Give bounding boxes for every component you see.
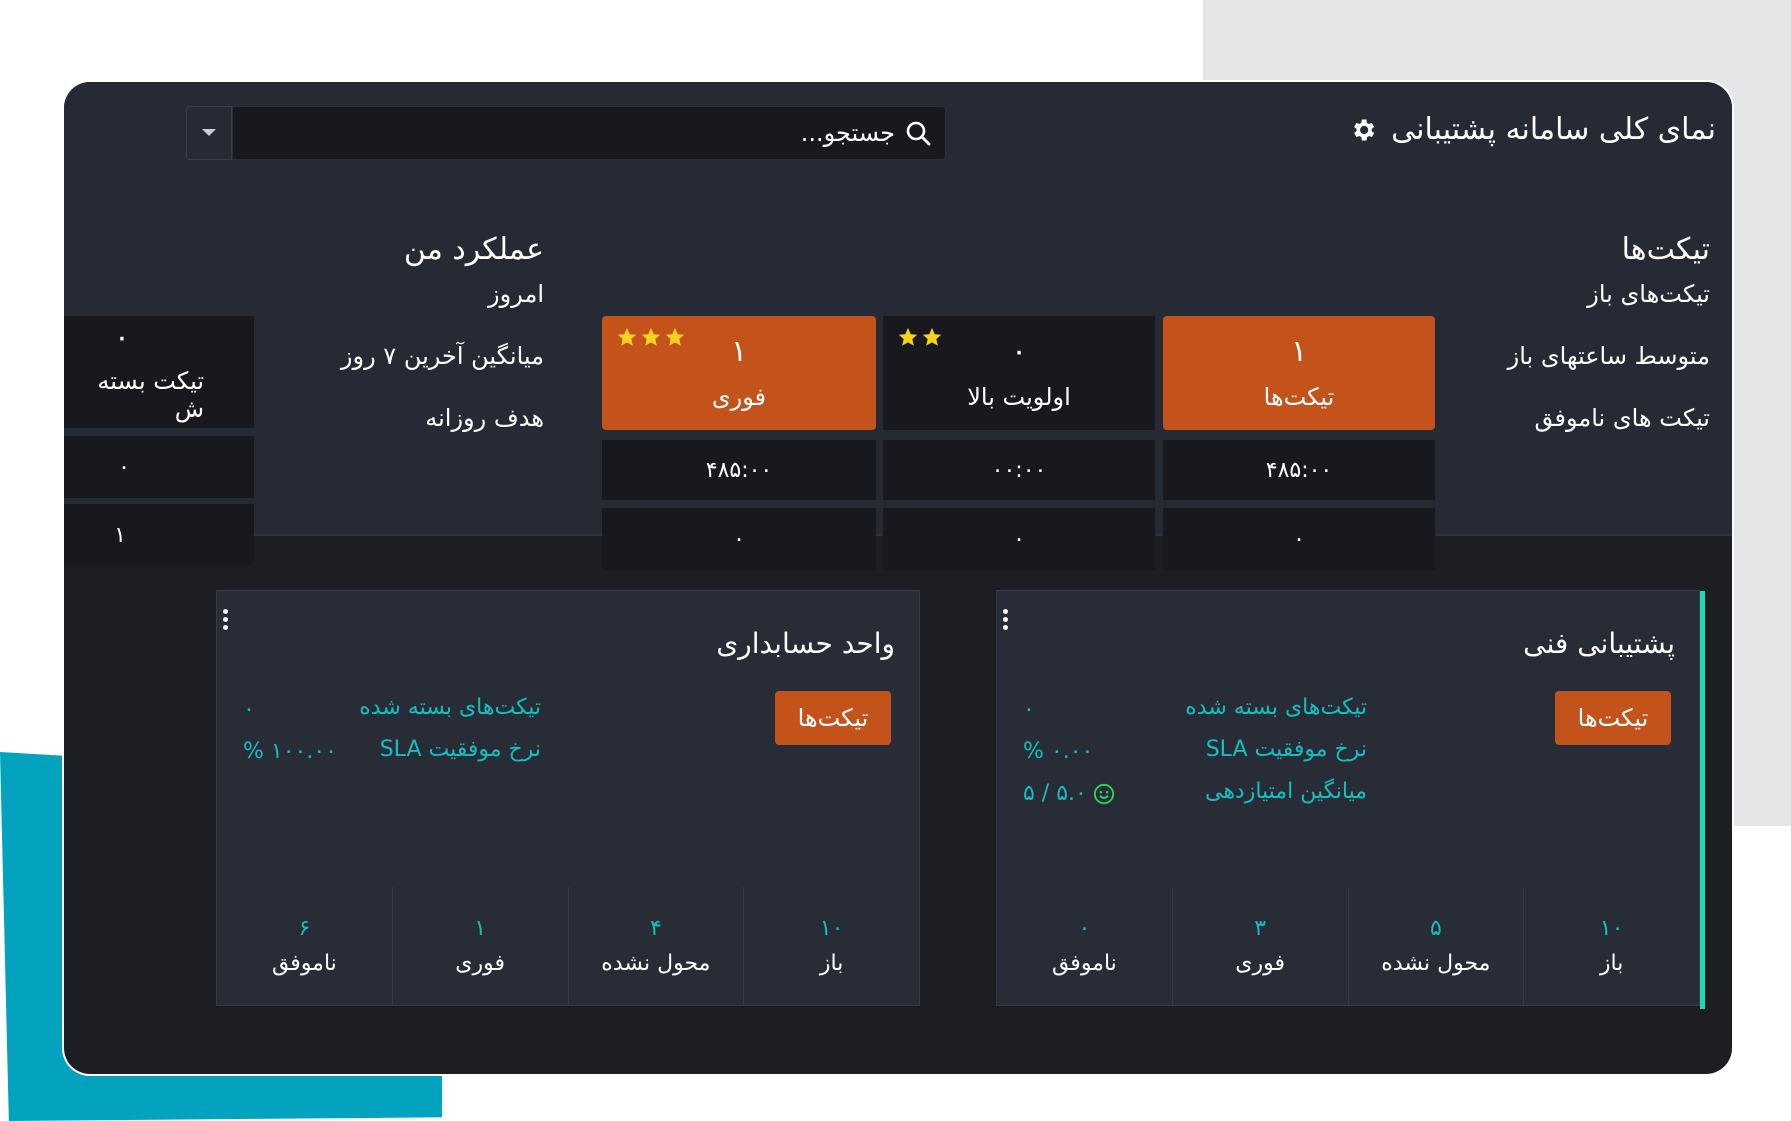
search-icon (906, 121, 931, 146)
perf-avg7-cell[interactable]: ۰ (64, 436, 254, 498)
stat-urgent[interactable]: ۳ فوری (1171, 887, 1348, 1005)
row-label-avg-hours: متوسط ساعتهای باز (1507, 342, 1710, 370)
stat-value: ۰ (1078, 916, 1091, 941)
tile-label: فوری (711, 383, 767, 411)
stat-label: ناموفق (271, 951, 337, 976)
caret-down-icon (202, 129, 216, 136)
search-filter-dropdown[interactable] (186, 106, 232, 160)
stat-label: فوری (455, 951, 505, 976)
tile-count: ۱ (730, 334, 748, 369)
priority-stars-2 (897, 326, 943, 348)
search-input[interactable]: جستجو... (232, 106, 946, 160)
perf-closed-count: ۰ (113, 320, 130, 355)
metric-value: % ۱۰۰.۰۰ (243, 739, 337, 764)
search-placeholder: جستجو... (800, 119, 895, 147)
cell-avg-hours-urgent[interactable]: ۴۸۵:۰۰ (602, 440, 876, 500)
star-icon (922, 327, 942, 346)
tile-count: ۱ (1290, 334, 1308, 369)
stat-value: ۳ (1254, 916, 1267, 941)
star-icon (898, 327, 918, 346)
gear-icon[interactable] (1349, 116, 1377, 144)
metric-value: ۰ (1023, 697, 1035, 722)
stat-label: باز (1599, 951, 1624, 976)
stat-value: ۵ (1429, 916, 1442, 941)
stat-unassigned[interactable]: ۴ محول نشده (567, 887, 744, 1005)
team-tickets-button[interactable]: تیکت‌ها (775, 691, 891, 745)
perf-row-label-goal: هدف روزانه (425, 404, 544, 432)
row-label-failed: تیکت های ناموفق (1534, 404, 1711, 432)
metric-label: تیکت‌های بسته شده (1185, 695, 1367, 720)
cell-avg-hours-high[interactable]: ۰۰:۰۰ (883, 440, 1155, 500)
perf-row-label-today: امروز (488, 280, 544, 308)
tile-label: تیکت‌ها (1263, 383, 1335, 411)
metric-label: نرخ موفقیت SLA (379, 737, 541, 762)
team-stats-row: ۶ ناموفق ۱ فوری ۴ محول نشده ۱۰ باز (217, 887, 919, 1005)
stat-value: ۴ (649, 916, 662, 941)
stat-label: باز (819, 951, 844, 976)
stat-label: محول نشده (601, 951, 711, 976)
metric-label: میانگین امتیازدهی (1204, 779, 1367, 804)
cell-avg-hours-all[interactable]: ۴۸۵:۰۰ (1163, 440, 1435, 500)
stats-overview: تیکت‌ها تیکت‌های باز متوسط ساعتهای باز ت… (64, 186, 1732, 570)
stat-value: ۱ (474, 916, 487, 941)
perf-closed-today[interactable]: ۰ تیکت بسته ش (64, 316, 254, 428)
team-tickets-button[interactable]: تیکت‌ها (1555, 691, 1671, 745)
card-accent-bar (1700, 591, 1705, 1009)
cell-failed-all[interactable]: ۰ (1163, 508, 1435, 570)
cell-failed-high[interactable]: ۰ (883, 508, 1155, 570)
star-icon (665, 327, 685, 346)
stat-failed[interactable]: ۶ ناموفق (217, 887, 392, 1005)
tile-count: ۰ (1010, 334, 1028, 369)
tickets-heading: تیکت‌ها (1621, 232, 1710, 267)
stat-failed[interactable]: ۰ ناموفق (997, 887, 1172, 1005)
stat-open[interactable]: ۱۰ باز (1523, 887, 1699, 1005)
kebab-menu-icon[interactable] (221, 609, 229, 633)
metric-value: % ۰.۰۰ (1023, 739, 1094, 764)
perf-closed-label: تیکت بسته ش (97, 367, 204, 423)
tile-all-tickets[interactable]: ۱ تیکت‌ها (1163, 316, 1435, 430)
team-card-technical-support: پشتیبانی فنی تیکت‌ها تیکت‌های بسته شده ۰… (996, 590, 1705, 1009)
stat-urgent[interactable]: ۱ فوری (391, 887, 568, 1005)
metric-label: تیکت‌های بسته شده (359, 695, 541, 720)
tile-urgent[interactable]: ۱ فوری (602, 316, 876, 430)
team-name: واحد حسابداری (716, 627, 895, 660)
tile-label: اولویت بالا (967, 383, 1071, 411)
app-window: نمای کلی سامانه پشتیبانی جستجو... تیکت (64, 82, 1732, 1074)
stat-value: ۶ (298, 916, 311, 941)
cell-failed-urgent[interactable]: ۰ (602, 508, 876, 570)
performance-heading: عملکرد من (403, 232, 544, 267)
metric-value: ۰ (243, 697, 255, 722)
perf-goal-cell[interactable]: ۱ (64, 504, 254, 566)
stat-value: ۱۰ (819, 916, 844, 941)
star-icon (617, 327, 637, 346)
kebab-menu-icon[interactable] (1001, 609, 1009, 633)
smiley-icon (1093, 783, 1114, 804)
metric-value: ۵ / ۵.۰ (1023, 781, 1087, 806)
stat-value: ۱۰ (1599, 916, 1624, 941)
team-stats-row: ۰ ناموفق ۳ فوری ۵ محول نشده ۱۰ باز (997, 887, 1699, 1005)
perf-row-label-avg7: میانگین آخرین ۷ روز (340, 342, 544, 370)
star-icon (641, 327, 661, 346)
priority-stars-3 (616, 326, 686, 348)
metric-rating: ۵ / ۵.۰ (1023, 781, 1115, 806)
page-title-text: نمای کلی سامانه پشتیبانی (1391, 112, 1716, 147)
team-card-accounting: واحد حسابداری تیکت‌ها تیکت‌های بسته شده … (216, 590, 920, 1006)
top-bar: نمای کلی سامانه پشتیبانی جستجو... (64, 82, 1732, 187)
tile-high-priority[interactable]: ۰ اولویت بالا (883, 316, 1155, 430)
search-bar: جستجو... (186, 106, 946, 160)
stat-label: ناموفق (1051, 951, 1117, 976)
team-name: پشتیبانی فنی (1523, 627, 1675, 660)
stat-label: محول نشده (1381, 951, 1491, 976)
stat-unassigned[interactable]: ۵ محول نشده (1347, 887, 1524, 1005)
page-title: نمای کلی سامانه پشتیبانی (1349, 112, 1716, 147)
row-label-open-tickets: تیکت‌های باز (1587, 280, 1710, 308)
metric-label: نرخ موفقیت SLA (1205, 737, 1367, 762)
stat-label: فوری (1235, 951, 1285, 976)
stat-open[interactable]: ۱۰ باز (743, 887, 919, 1005)
